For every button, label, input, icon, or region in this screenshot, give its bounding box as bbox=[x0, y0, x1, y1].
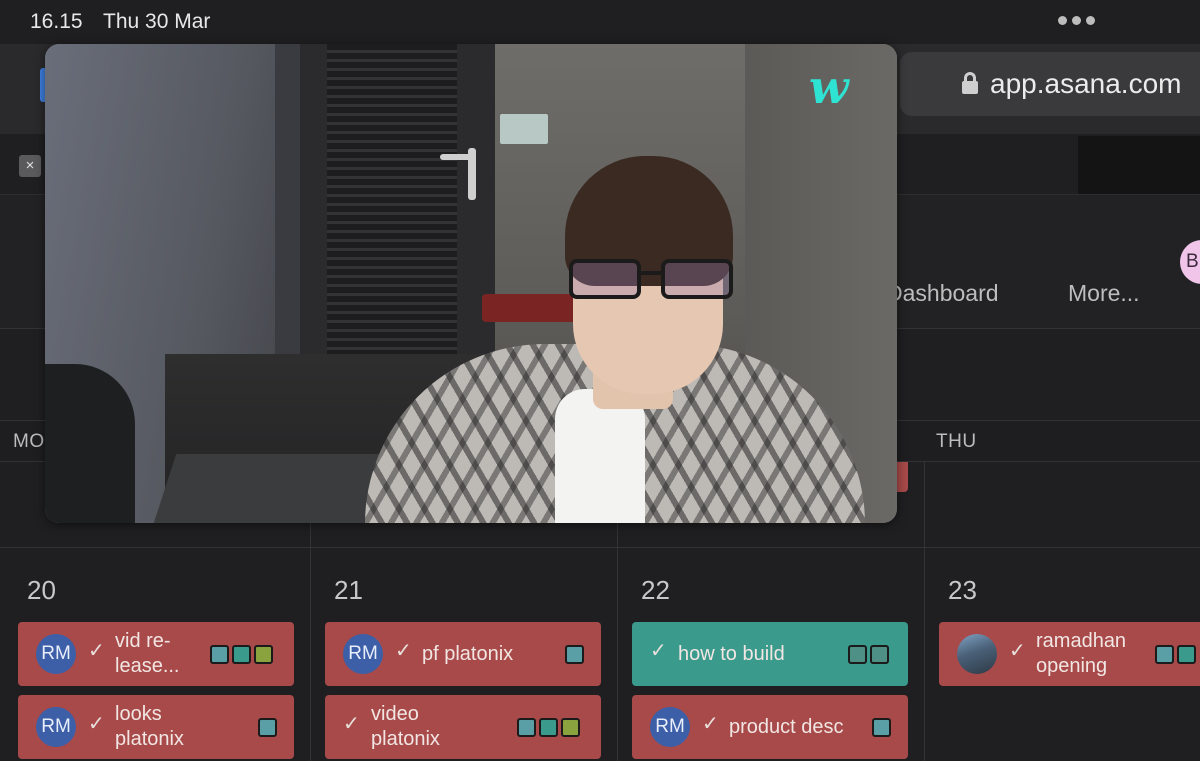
day-number: 22 bbox=[641, 575, 670, 605]
task-tags bbox=[848, 645, 889, 664]
tag-chip bbox=[565, 645, 584, 664]
task-title: vid re- lease... bbox=[115, 630, 180, 677]
task-tags bbox=[210, 645, 273, 664]
tag-chip bbox=[517, 718, 536, 737]
status-time: 16.15 bbox=[30, 10, 83, 33]
day-number: 21 bbox=[334, 575, 363, 605]
check-icon[interactable]: ✓ bbox=[343, 711, 360, 736]
tag-chip bbox=[561, 718, 580, 737]
task-tags bbox=[565, 645, 584, 664]
assignee-avatar: RM bbox=[343, 634, 383, 674]
assignee-avatar: RM bbox=[36, 634, 76, 674]
task-tags bbox=[517, 718, 580, 737]
task-title: product desc bbox=[729, 716, 844, 738]
toolbar-panel bbox=[1078, 136, 1200, 194]
check-icon[interactable]: ✓ bbox=[1009, 638, 1026, 663]
tag-chip bbox=[539, 718, 558, 737]
video-scene bbox=[45, 364, 135, 523]
tag-chip bbox=[258, 718, 277, 737]
check-icon[interactable]: ✓ bbox=[702, 711, 719, 736]
task-tags bbox=[1155, 645, 1196, 664]
day-name-thu: THU bbox=[936, 431, 977, 452]
task-card[interactable]: ✓ how to build bbox=[632, 622, 908, 686]
assignee-avatar-photo bbox=[957, 634, 997, 674]
tag-chip bbox=[872, 718, 891, 737]
tag-chip bbox=[232, 645, 251, 664]
video-scene bbox=[468, 148, 476, 200]
task-card[interactable]: RM ✓ product desc bbox=[632, 695, 908, 759]
video-pip-overlay[interactable]: w bbox=[45, 44, 897, 523]
day-name-mon: MO bbox=[13, 431, 45, 452]
tag-chip bbox=[870, 645, 889, 664]
task-card[interactable]: RM ✓ vid re- lease... bbox=[18, 622, 294, 686]
day-number: 23 bbox=[948, 575, 977, 605]
tab-dashboard[interactable]: Dashboard bbox=[886, 280, 999, 307]
task-card[interactable]: RM ✓ pf platonix bbox=[325, 622, 601, 686]
grid-divider bbox=[924, 462, 925, 761]
tab-more[interactable]: More... bbox=[1068, 280, 1140, 307]
weverse-logo-icon: w bbox=[809, 60, 849, 114]
close-icon[interactable]: × bbox=[19, 155, 41, 177]
status-date: Thu 30 Mar bbox=[103, 10, 211, 33]
assignee-avatar: RM bbox=[36, 707, 76, 747]
task-tags bbox=[872, 718, 891, 737]
status-bar: 16.15 Thu 30 Mar bbox=[0, 0, 1200, 44]
tag-chip bbox=[1177, 645, 1196, 664]
video-person bbox=[569, 259, 733, 299]
video-scene bbox=[482, 294, 582, 322]
tag-chip bbox=[1155, 645, 1174, 664]
tag-chip bbox=[210, 645, 229, 664]
lock-icon bbox=[962, 72, 978, 94]
more-dots-icon[interactable] bbox=[1058, 16, 1095, 25]
check-icon[interactable]: ✓ bbox=[88, 711, 105, 736]
task-card[interactable]: ✓ ramadhan opening bbox=[939, 622, 1200, 686]
task-title: ramadhan opening bbox=[1036, 630, 1127, 677]
check-icon[interactable]: ✓ bbox=[395, 638, 412, 663]
task-title: pf platonix bbox=[422, 643, 514, 665]
tag-chip bbox=[254, 645, 273, 664]
task-card[interactable]: RM ✓ looks platonix bbox=[18, 695, 294, 759]
task-tags bbox=[258, 718, 277, 737]
assignee-avatar: RM bbox=[650, 707, 690, 747]
day-number: 20 bbox=[27, 575, 56, 605]
video-person bbox=[555, 389, 645, 523]
tag-chip bbox=[848, 645, 867, 664]
task-title: how to build bbox=[678, 643, 785, 665]
check-icon[interactable]: ✓ bbox=[88, 638, 105, 663]
video-scene bbox=[327, 44, 457, 364]
url-text[interactable]: app.asana.com bbox=[990, 68, 1181, 100]
task-title: looks platonix bbox=[115, 703, 184, 750]
task-title: video platonix bbox=[371, 703, 440, 750]
check-icon[interactable]: ✓ bbox=[650, 638, 667, 663]
video-scene bbox=[500, 114, 548, 144]
task-card[interactable]: ✓ video platonix bbox=[325, 695, 601, 759]
grid-divider bbox=[0, 547, 1200, 548]
